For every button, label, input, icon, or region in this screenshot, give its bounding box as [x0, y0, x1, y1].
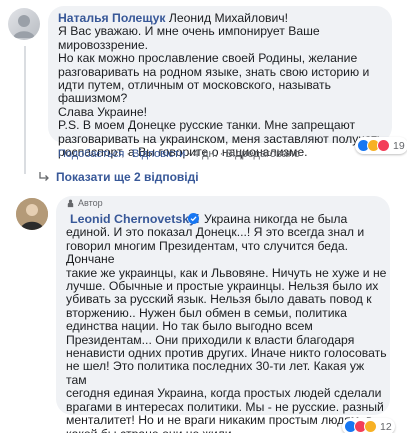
reply-arrow-icon: [39, 172, 49, 181]
love-reaction-icon: [377, 139, 390, 152]
timestamp[interactable]: 4 дн.: [193, 148, 218, 160]
reactions-summary[interactable]: 19: [355, 137, 407, 154]
comment-text: Наталья Полещук Леонид Михайлович! Я Вас…: [58, 11, 388, 160]
author-avatar[interactable]: [16, 198, 48, 230]
thread-line: [24, 46, 26, 174]
author-badge-icon: [67, 199, 74, 207]
comment-body: Украина никогда не была единой. И это по…: [66, 212, 387, 433]
reactions-count: 12: [380, 420, 392, 433]
reactions-count: 19: [393, 139, 405, 152]
show-more-replies-label: Показати ще 2 відповіді: [56, 170, 199, 184]
edited-label[interactable]: Відредаговано: [225, 148, 300, 160]
reply-link[interactable]: Відповісти: [132, 148, 185, 160]
comment-author[interactable]: Наталья Полещук: [58, 11, 165, 25]
author-badge: Автор: [66, 198, 103, 208]
reactions-summary[interactable]: 12: [342, 418, 395, 433]
sad-reaction-icon: [364, 420, 377, 433]
author-avatar-icon: [16, 198, 48, 230]
comment-actions: Подобається · Відповісти · 4 дн. · Відредагова…: [58, 148, 300, 160]
comment-body: Леонид Михайлович! Я Вас уважаю. И мне о…: [58, 11, 383, 160]
show-more-replies[interactable]: Показати ще 2 відповіді: [38, 170, 199, 184]
like-link[interactable]: Подобається: [58, 148, 124, 160]
user-avatar[interactable]: [8, 8, 40, 40]
author-badge-label: Автор: [78, 198, 103, 208]
user-avatar-icon: [13, 15, 35, 38]
